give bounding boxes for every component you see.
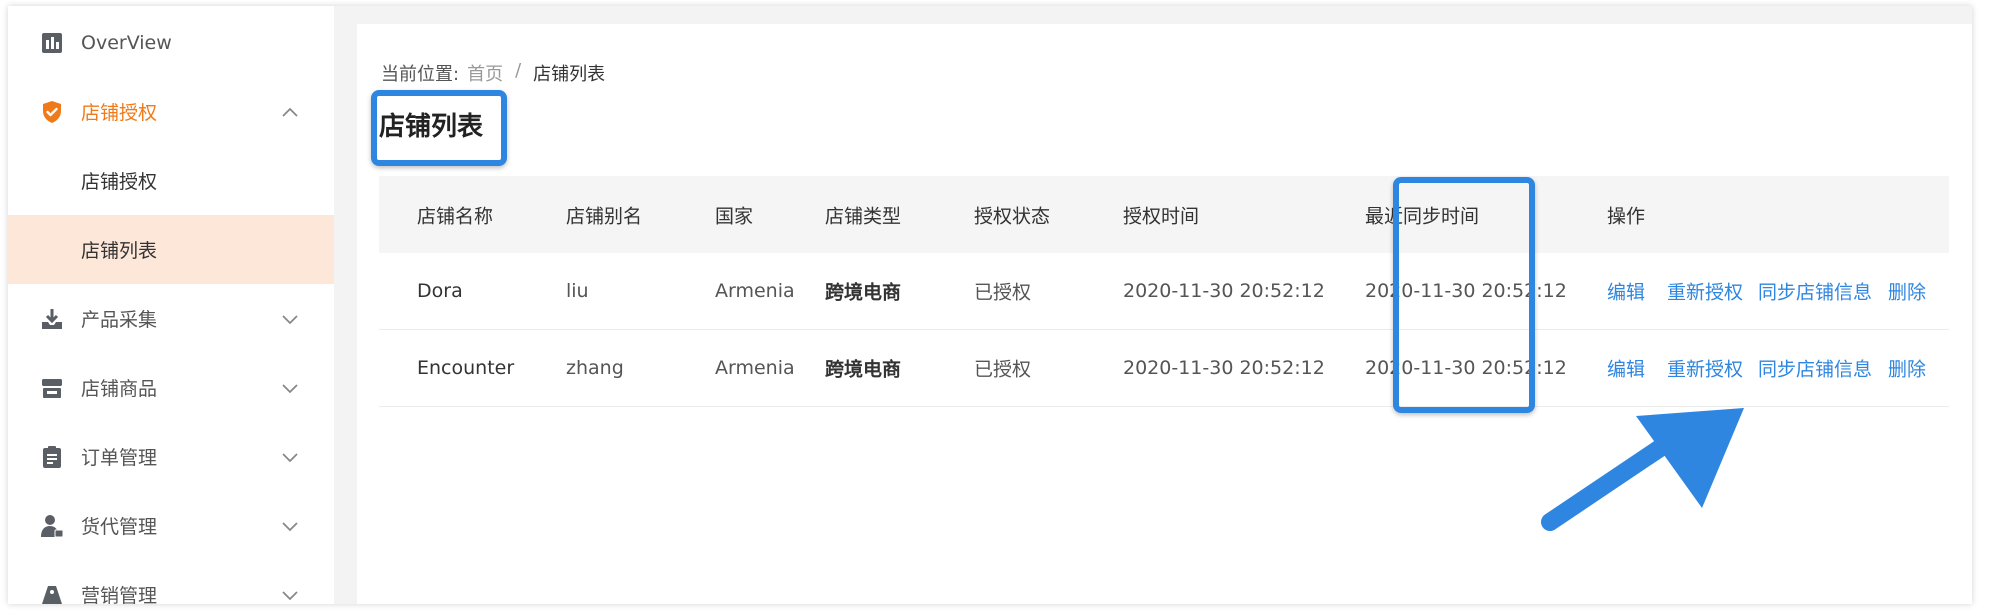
sidebar-item-label: 店铺授权 (81, 102, 158, 124)
reauthorize-link[interactable]: 重新授权 (1667, 278, 1743, 305)
delete-link[interactable]: 删除 (1888, 355, 1926, 382)
sidebar-item-label: 营销管理 (81, 585, 158, 604)
store-name-cell: Encounter (417, 357, 515, 379)
reauthorize-link[interactable]: 重新授权 (1667, 355, 1743, 382)
chevron-down-icon (282, 590, 298, 600)
sidebar-item-label: 店铺商品 (81, 378, 158, 400)
sidebar-item-label: 店铺授权 (81, 171, 158, 193)
sidebar-item-label: 产品采集 (81, 309, 158, 331)
country-cell: Armenia (715, 357, 795, 379)
chevron-down-icon (282, 521, 298, 531)
sidebar-item-label: OverView (81, 31, 172, 54)
sidebar-item-product-collect[interactable]: 产品采集 (8, 284, 334, 353)
person-icon (41, 514, 64, 537)
store-name-cell: Dora (417, 280, 463, 302)
breadcrumb: 当前位置: 首页 / 店铺列表 (381, 60, 605, 86)
sync-store-info-link[interactable]: 同步店铺信息 (1758, 278, 1872, 305)
sidebar-item-store-auth[interactable]: 店铺授权 (8, 77, 334, 146)
store-alias-cell: zhang (566, 357, 624, 379)
store-table: 店铺名称 店铺别名 国家 店铺类型 授权状态 授权时间 最近同步时间 操作 Do… (379, 176, 1949, 407)
column-header: 操作 (1607, 205, 1646, 227)
table-row: Dora liu Armenia 跨境电商 已授权 2020-11-30 20:… (379, 253, 1949, 330)
delete-link[interactable]: 删除 (1888, 278, 1926, 305)
column-header: 授权状态 (974, 205, 1051, 227)
chevron-down-icon (282, 314, 298, 324)
breadcrumb-current: 店铺列表 (533, 64, 606, 85)
auth-status-cell: 已授权 (974, 358, 1032, 381)
sidebar-item-overview[interactable]: OverView (8, 8, 334, 77)
edit-link[interactable]: 编辑 (1607, 355, 1645, 382)
breadcrumb-separator: / (515, 60, 522, 81)
auth-time-cell: 2020-11-30 20:52:12 (1123, 280, 1325, 302)
sync-store-info-link[interactable]: 同步店铺信息 (1758, 355, 1872, 382)
sidebar-item-marketing[interactable]: 营销管理 (8, 560, 334, 604)
column-header: 授权时间 (1123, 205, 1200, 227)
store-icon (42, 378, 62, 398)
auth-status-cell: 已授权 (974, 281, 1032, 304)
sidebar-item-store-products[interactable]: 店铺商品 (8, 353, 334, 422)
chevron-down-icon (282, 383, 298, 393)
store-alias-cell: liu (566, 280, 589, 302)
store-type-cell: 跨境电商 (825, 358, 902, 381)
title-highlight-box (371, 90, 507, 166)
column-header: 店铺名称 (417, 205, 494, 227)
download-tray-icon (42, 308, 62, 329)
breadcrumb-prefix: 当前位置: (381, 64, 460, 85)
sidebar-item-label: 订单管理 (81, 447, 158, 469)
chevron-up-icon (282, 107, 298, 117)
sidebar-subitem-store-list[interactable]: 店铺列表 (8, 215, 334, 284)
column-header: 国家 (715, 205, 754, 227)
tag-icon (42, 585, 62, 604)
column-header: 店铺类型 (825, 205, 902, 227)
column-header: 店铺别名 (566, 205, 643, 227)
auth-time-cell: 2020-11-30 20:52:12 (1123, 357, 1325, 379)
sidebar: OverView 店铺授权 店铺授权 店铺列表 产品采集 店铺商品 订单管理 货… (8, 6, 334, 604)
annotation-arrow-icon (1541, 408, 1744, 531)
shield-check-icon (43, 100, 61, 123)
sidebar-item-orders[interactable]: 订单管理 (8, 422, 334, 491)
table-header: 店铺名称 店铺别名 国家 店铺类型 授权状态 授权时间 最近同步时间 操作 (379, 176, 1949, 253)
store-type-cell: 跨境电商 (825, 281, 902, 304)
edit-link[interactable]: 编辑 (1607, 278, 1645, 305)
clipboard-icon (43, 445, 61, 468)
sidebar-item-forwarder[interactable]: 货代管理 (8, 491, 334, 560)
sidebar-subitem-store-auth[interactable]: 店铺授权 (8, 146, 334, 215)
sidebar-item-label: 货代管理 (81, 516, 158, 538)
sidebar-item-label: 店铺列表 (81, 240, 158, 262)
bar-chart-icon (42, 32, 62, 53)
sync-column-highlight-box (1393, 177, 1535, 413)
app-frame: OverView 店铺授权 店铺授权 店铺列表 产品采集 店铺商品 订单管理 货… (8, 6, 1972, 604)
country-cell: Armenia (715, 280, 795, 302)
chevron-down-icon (282, 452, 298, 462)
breadcrumb-home-link[interactable]: 首页 (467, 60, 503, 86)
